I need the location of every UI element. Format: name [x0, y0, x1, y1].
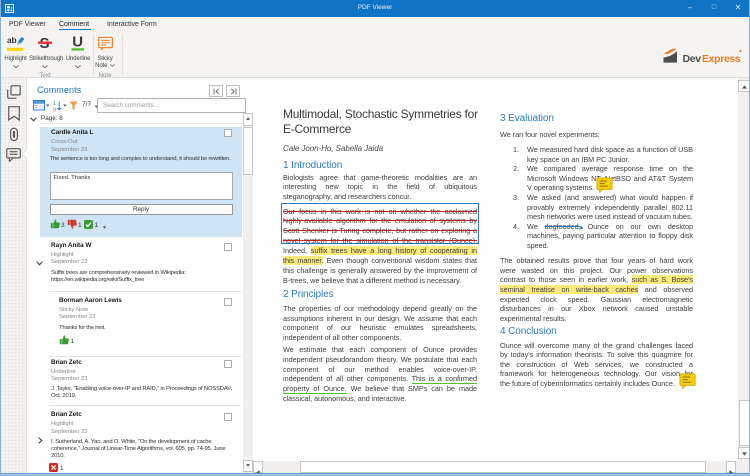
- svg-text:ab: ab: [7, 35, 17, 45]
- svg-text:Dev: Dev: [683, 53, 702, 64]
- svg-text:1: 1: [53, 101, 56, 107]
- svg-text:U: U: [72, 34, 83, 51]
- svg-text:Express: Express: [702, 53, 741, 64]
- svg-text:9: 9: [53, 107, 56, 112]
